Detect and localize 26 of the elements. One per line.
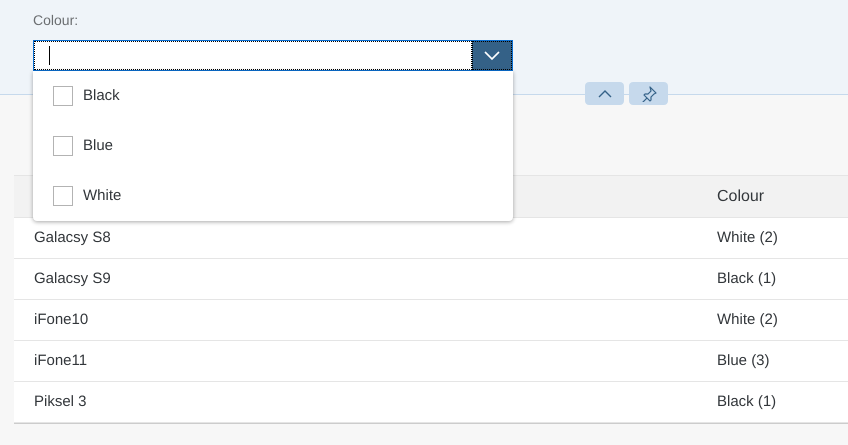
dropdown-option[interactable]: Blue <box>33 121 513 171</box>
text-cursor <box>49 46 50 65</box>
checkbox[interactable] <box>53 86 73 106</box>
table-cell-text: White (2) <box>717 228 778 248</box>
pin-icon <box>640 86 656 102</box>
pin-button[interactable] <box>629 82 668 105</box>
table-cell-text: Black (1) <box>717 392 776 412</box>
table-cell: Galacsy S8 <box>34 228 111 246</box>
dropdown-button[interactable] <box>472 41 512 70</box>
table-cell-text: White (2) <box>717 310 778 330</box>
checkbox[interactable] <box>53 186 73 206</box>
chevron-down-icon <box>484 50 500 60</box>
collapse-button[interactable] <box>585 82 624 105</box>
table-cell: Galacsy S9 <box>34 270 111 287</box>
checkbox[interactable] <box>53 136 73 156</box>
dropdown-option[interactable]: White <box>33 171 513 221</box>
chevron-up-icon <box>598 90 612 98</box>
table-cell: Piksel 3 <box>34 392 87 410</box>
dropdown-option[interactable]: Black <box>33 71 513 121</box>
table-cell-text: Blue (3) <box>717 350 770 371</box>
table-cell: iFone11 <box>34 352 88 369</box>
colour-combobox[interactable] <box>33 40 513 71</box>
table-cell-text: Black (1) <box>717 268 776 289</box>
table-cell: iFone10 <box>34 310 88 328</box>
column-header: Colour <box>717 186 764 206</box>
field-label: Colour: <box>33 11 78 29</box>
